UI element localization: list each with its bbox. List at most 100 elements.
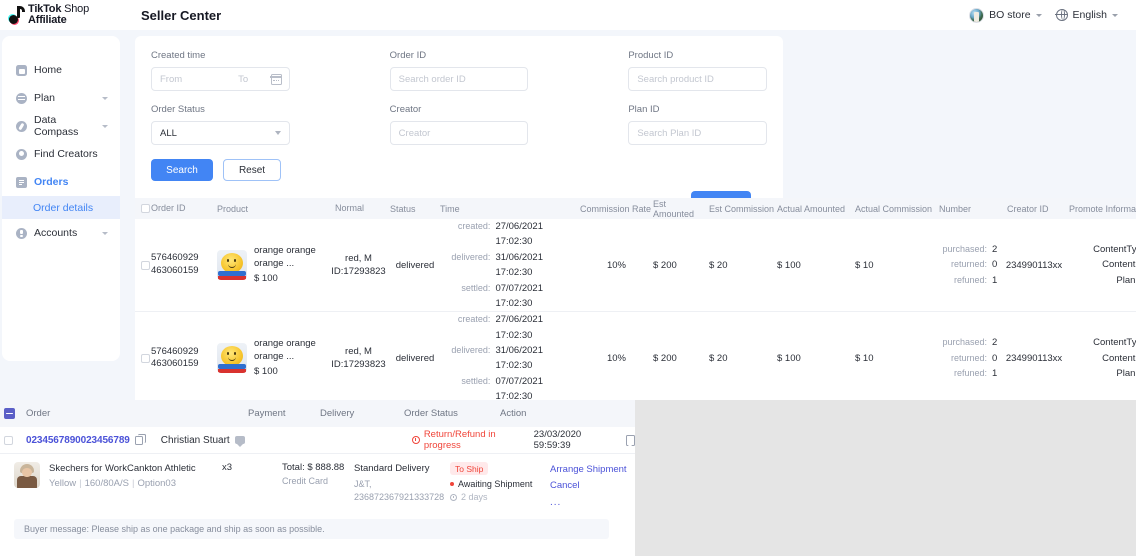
order-status-select[interactable]: ALL [151,121,290,145]
calendar-icon[interactable] [270,74,282,85]
awaiting-shipment: Awaiting Shipment [450,479,550,489]
returned-value: 0 [992,259,998,271]
field-order-id: Order ID Search order ID [389,50,529,91]
field-order-status: Order Status ALL [151,104,290,145]
app-title: Seller Center [140,7,222,23]
cancel-link[interactable]: Cancel [550,478,660,494]
refuned-value: 1 [992,274,998,286]
product-price: $ 100 [254,272,278,284]
promote-plan-id: PlanID: 99xxx [1116,368,1136,380]
table-row[interactable]: 576460929 463060159 orange orange orange… [135,219,1136,313]
reset-button[interactable]: Reset [223,159,281,181]
to-placeholder: To [238,73,249,85]
days-text: 2 days [461,492,488,502]
tiktok-shop-affiliate-logo[interactable]: TikTok Shop Affiliate [8,2,89,26]
order-product: Skechers for WorkCankton Athletic Yellow… [0,462,222,511]
cell-order-id: 576460929 463060159 [151,346,217,372]
delivery-tracking: J&T, 236872367921333728 [354,478,445,502]
sidebar-subitem-order-details[interactable]: Order details [2,196,120,219]
chevron-down-icon [1035,13,1042,17]
sidebar-item-find-creators[interactable]: Find Creators [2,140,120,168]
created-time-range-input[interactable]: From To [151,67,290,91]
to-ship-badge: To Ship [450,462,489,475]
accounts-icon [16,227,27,239]
sidebar-item-data-compass[interactable]: Data Compass [2,112,120,140]
variant-id: ID:17293823 [331,266,386,278]
order-row-checkbox[interactable] [0,435,26,445]
settled-key: settled: [461,282,491,293]
cell-normal: red, M ID:17293823 [327,252,390,279]
creator-input[interactable]: Creator [389,121,529,145]
orders-icon [16,176,27,188]
settled-value: 07/07/2021 17:02:30 [495,282,543,309]
product-id-input[interactable]: Search product ID [628,67,768,91]
table-row[interactable]: 576460929 463060159 orange orange orange… [135,312,1136,406]
select-all-checkbox[interactable] [135,204,151,213]
row-checkbox[interactable] [135,353,151,363]
order-status-value: ALL [160,127,177,139]
promote-content-type: ContentType: video [1093,337,1136,349]
cell-status: delivered [395,259,435,271]
cell-number: purchased: 2 returned: 0 refuned: 1 [939,335,999,381]
order-detail-panel-area: Order Payment Delivery Order Status Acti… [0,400,1136,556]
logo-affiliate-text: Affiliate [28,14,67,26]
order-detail-header-row: Order Payment Delivery Order Status Acti… [0,400,635,427]
header-delivery: Delivery [320,408,355,419]
order-id-input[interactable]: Search order ID [389,67,529,91]
copy-icon[interactable] [134,433,146,445]
returned-key: returned: [950,352,987,363]
purchased-value: 2 [992,244,998,256]
table-header-row: Order ID Product Normal Status Time Comm… [135,198,1136,219]
clock-icon [411,436,420,444]
cell-est-commission: $ 20 [709,259,728,271]
from-placeholder: From [160,73,183,85]
awaiting-shipment-text: Awaiting Shipment [458,479,533,489]
language-switcher[interactable]: English [1055,8,1118,21]
bookmark-icon[interactable] [626,434,635,446]
variant: red, M [345,252,372,264]
sidebar-item-home[interactable]: Home [2,56,120,84]
top-bar: TikTok Shop Affiliate Seller Center BO s… [0,0,1136,30]
header-promote-information: Promote Information [1069,203,1136,214]
chevron-down-icon [1112,13,1118,17]
product-thumbnail-icon [217,343,247,374]
select-all-orders-checkbox[interactable] [0,408,26,419]
header-time: Time [440,203,460,214]
order-product-name: Skechers for WorkCankton Athletic [49,463,196,474]
sidebar-item-plan[interactable]: Plan [2,84,120,112]
cell-actual-amounted: $ 100 [777,259,801,271]
order-payment: Total: $ 888.88 Credit Card [282,462,354,511]
cell-actual-amounted: $ 100 [777,352,801,364]
delivered-value: 31/06/2021 17:02:30 [495,345,543,372]
cell-order-id: 576460929 463060159 [151,252,217,278]
order-id-line1: 576460929 [151,252,199,264]
compass-icon [16,120,27,132]
logo-tiktok-text: TikTok [28,2,62,15]
refuned-key: refuned: [953,368,987,379]
home-icon [16,64,27,76]
sidebar-item-label: Home [34,64,63,76]
seller-center-page: TikTok Shop Affiliate Seller Center BO s… [0,0,1136,556]
arrange-shipment-link[interactable]: Arrange Shipment [550,462,660,478]
header-est-amounted: Est Amounted [653,198,695,219]
account-switcher[interactable]: BO store [969,7,1042,23]
creator-placeholder: Creator [398,127,431,139]
chevron-down-icon [274,131,281,135]
sidebar-item-label: Find Creators [34,148,98,160]
row-checkbox[interactable] [135,260,151,270]
chat-icon[interactable] [234,436,245,447]
payment-method: Credit Card [282,476,329,486]
clock-icon [450,493,457,501]
buyer-message: Buyer message: Please ship as one packag… [14,519,609,540]
sidebar-item-accounts[interactable]: Accounts [2,219,120,247]
order-number-link[interactable]: 0234567890023456789 [26,435,130,446]
search-button[interactable]: Search [151,159,213,181]
cell-time: created: 27/06/2021 17:02:30 delivered: 31… [440,312,580,404]
more-actions-button[interactable]: ... [550,497,561,508]
plan-id-input[interactable]: Search Plan ID [628,121,768,145]
header-commission-rate: Commission Rate [580,203,652,214]
field-label: Product ID [628,50,674,61]
sidebar-item-orders[interactable]: Orders [2,168,120,196]
header-order-status: Order Status [404,408,458,419]
cell-est-amounted: $ 200 [653,259,677,271]
